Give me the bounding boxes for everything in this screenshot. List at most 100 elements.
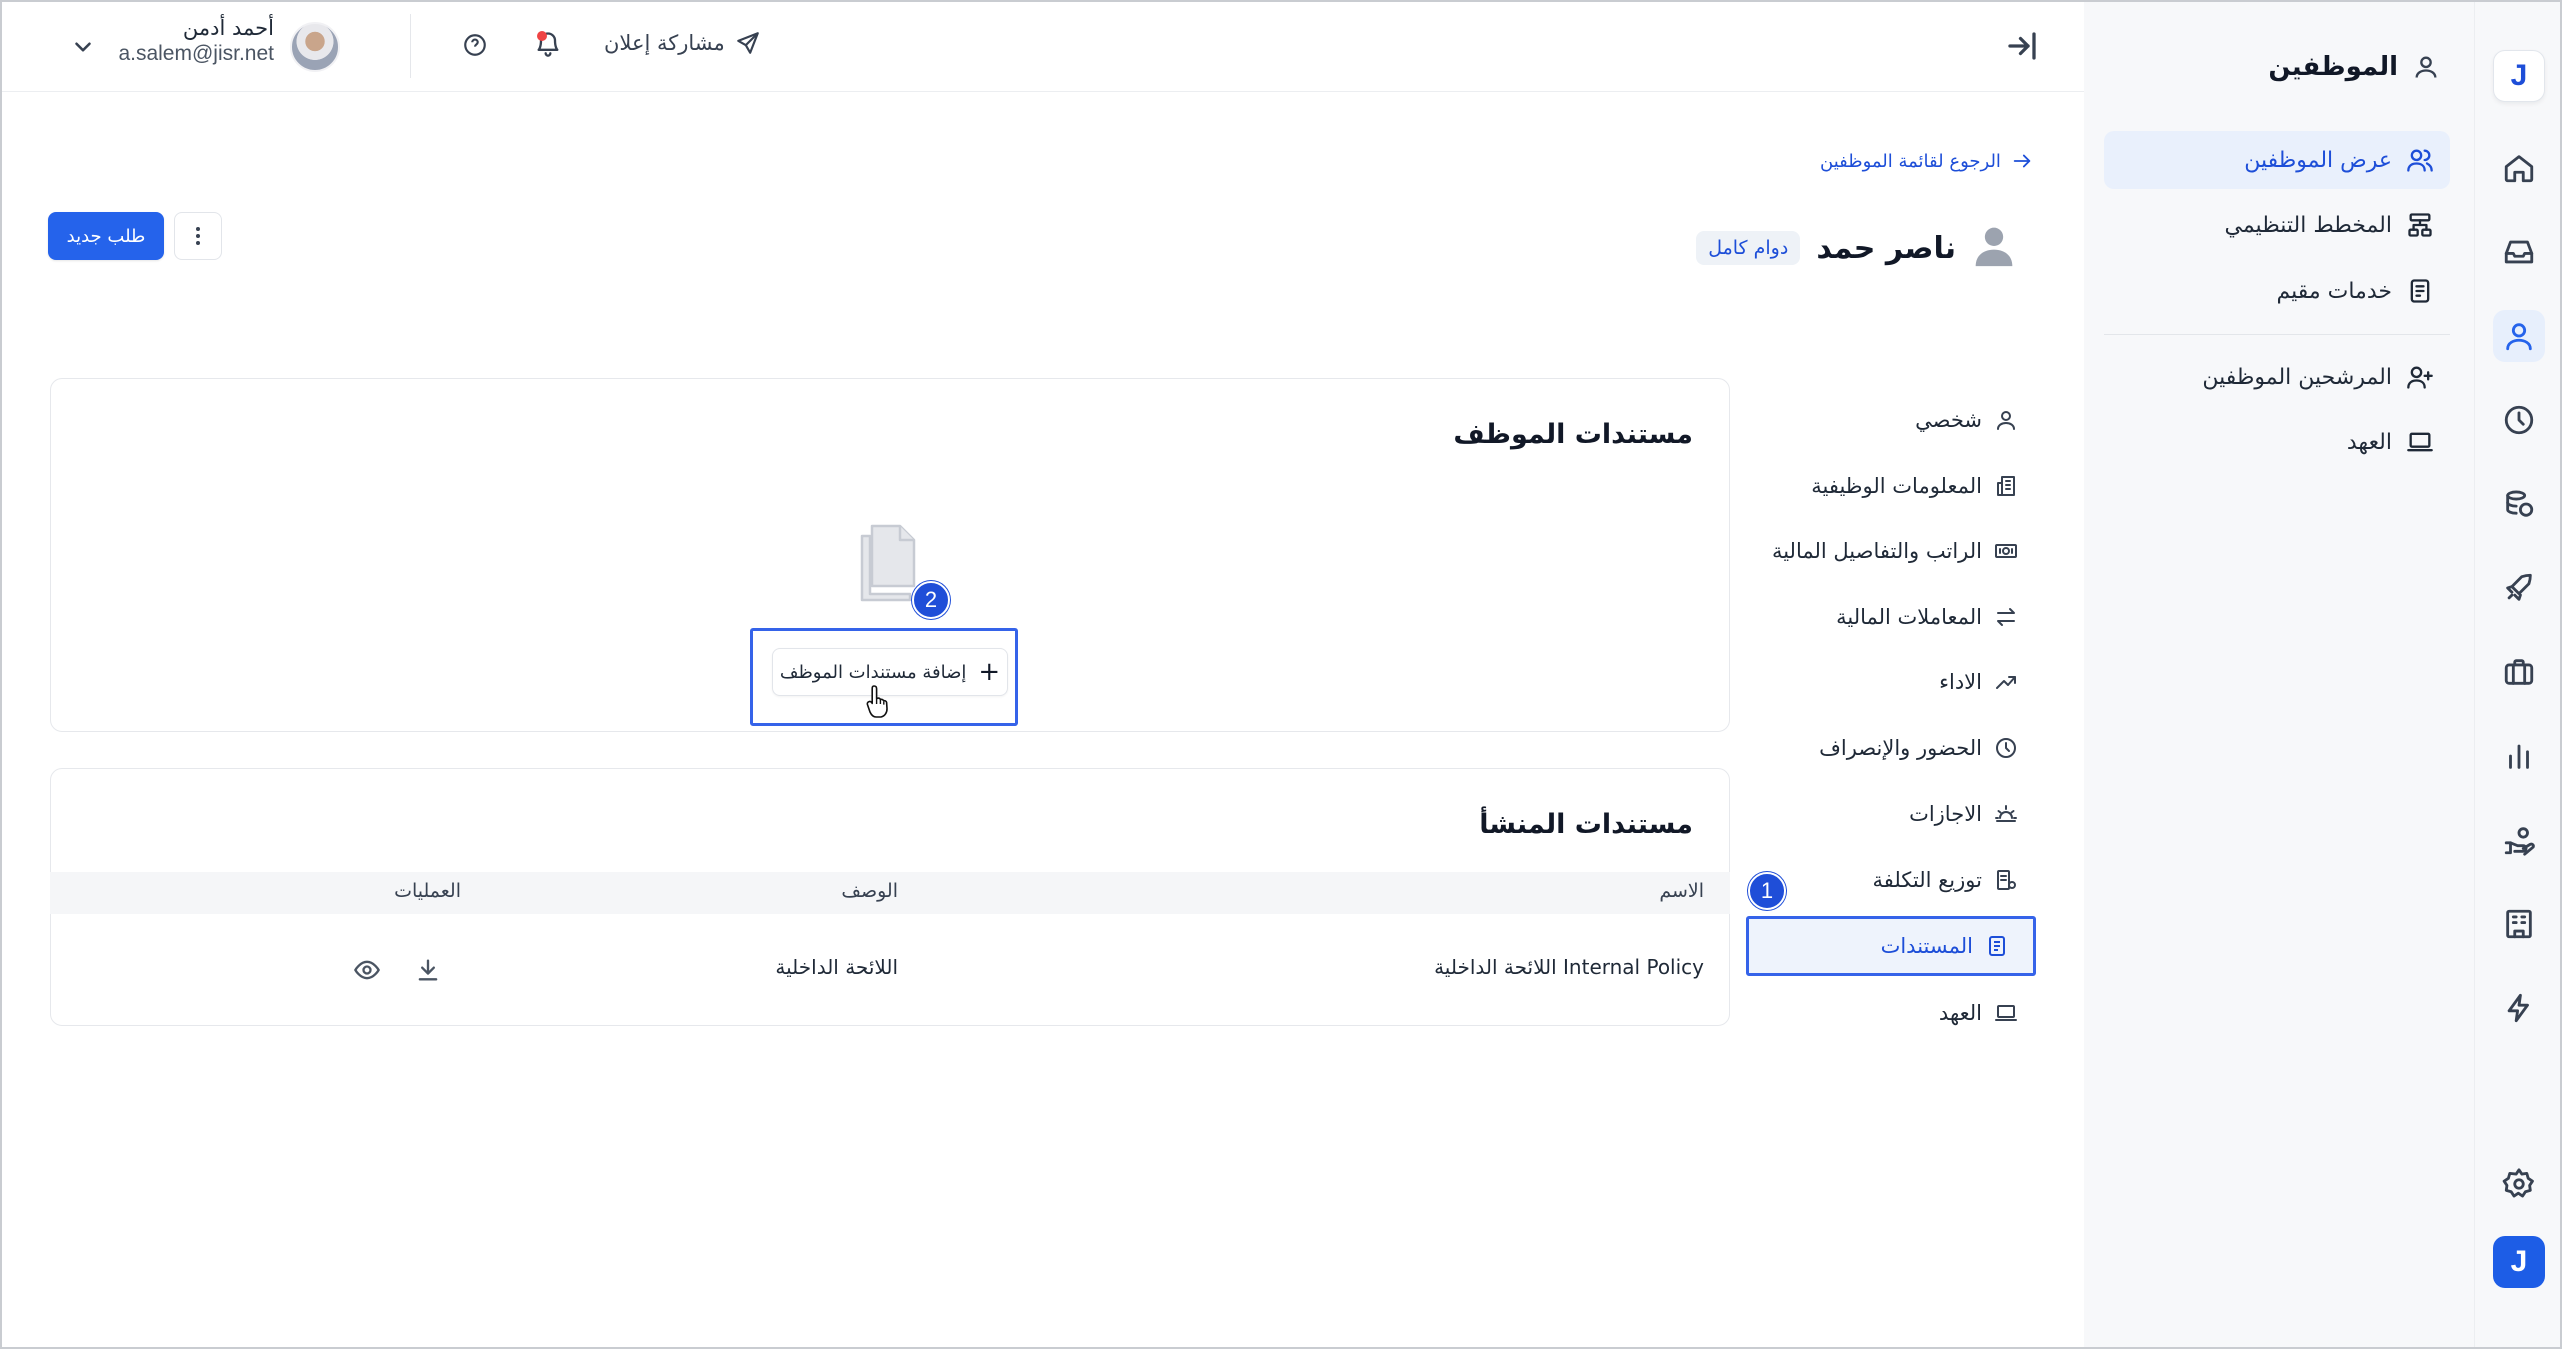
rail-automation[interactable] xyxy=(2493,982,2545,1034)
notifications-button[interactable] xyxy=(534,30,564,62)
briefcase-icon xyxy=(2504,659,2534,685)
profile-nav-documents[interactable]: المستندات xyxy=(1746,916,2036,976)
profile-nav-cost-distribution[interactable]: توزيع التكلفة xyxy=(1872,860,2018,900)
add-documents-label: إضافة مستندات الموظف xyxy=(779,661,967,683)
company-documents-title: مستندات المنشأ xyxy=(1479,809,1693,840)
employee-avatar xyxy=(1972,224,2016,272)
clock-icon xyxy=(2504,405,2534,435)
rail-employees[interactable] xyxy=(2493,310,2545,362)
plus-icon: + xyxy=(978,657,1001,687)
hand-coins-icon xyxy=(2504,827,2535,856)
document-description-cell: اللائحة الداخلية xyxy=(775,955,898,979)
profile-nav-label: المستندات xyxy=(1880,934,1973,958)
rail-home[interactable] xyxy=(2493,142,2545,194)
profile-nav-label: الاجازات xyxy=(1909,802,1982,826)
profile-nav-label: شخصي xyxy=(1915,408,1982,432)
profile-nav-label: الاداء xyxy=(1939,670,1982,694)
document-list-icon xyxy=(2410,279,2430,303)
view-document-button[interactable] xyxy=(353,956,383,986)
laptop-icon xyxy=(1995,1005,2017,1021)
profile-nav-performance[interactable]: الاداء xyxy=(1939,662,2018,702)
user-icon xyxy=(2506,323,2532,351)
document-icon xyxy=(1989,936,2005,956)
app-logo[interactable]: J xyxy=(2493,50,2545,102)
user-icon xyxy=(1997,411,2015,430)
sidebar-title: الموظفين xyxy=(2268,52,2440,82)
profile-nav-label: المعلومات الوظيفية xyxy=(1811,474,1982,498)
profile-nav-label: العهد xyxy=(1938,1001,1982,1025)
more-vertical-icon xyxy=(196,227,200,245)
coins-icon xyxy=(2506,490,2534,517)
rail-onboarding[interactable] xyxy=(2493,562,2545,614)
share-announcement-button[interactable]: مشاركة إعلان xyxy=(604,30,761,56)
sidebar-item-label: خدمات مقيم xyxy=(2276,278,2392,304)
org-chart-icon xyxy=(2408,213,2432,237)
new-request-button[interactable]: طلب جديد xyxy=(48,212,164,260)
gear-icon xyxy=(2502,1168,2534,1198)
profile-nav-attendance[interactable]: الحضور والإنصراف xyxy=(1819,728,2018,768)
rail-payroll[interactable] xyxy=(2493,478,2545,530)
employment-type-badge: دوام كامل xyxy=(1696,231,1801,265)
sidebar-item-muqeem[interactable]: خدمات مقيم xyxy=(2104,262,2450,320)
sidebar-item-label: العهد xyxy=(2346,429,2392,455)
user-plus-icon xyxy=(2407,366,2433,389)
rail-settings[interactable] xyxy=(2493,1158,2545,1210)
rail-benefits[interactable] xyxy=(2493,814,2545,866)
column-description: الوصف xyxy=(841,880,898,902)
step-marker-2: 2 xyxy=(912,581,950,619)
rail-attendance[interactable] xyxy=(2493,394,2545,446)
sidebar-item-custody[interactable]: العهد xyxy=(2104,413,2450,471)
download-document-button[interactable] xyxy=(414,956,444,986)
logo-letter: J xyxy=(2510,59,2528,92)
user-icon xyxy=(2415,56,2437,78)
sidebar-item-candidates[interactable]: المرشحين الموظفين xyxy=(2104,348,2450,406)
bar-chart-icon xyxy=(2509,744,2529,769)
rocket-icon xyxy=(2506,573,2532,601)
profile-nav-label: المعاملات المالية xyxy=(1836,605,1982,629)
employee-documents-title: مستندات الموظف xyxy=(1453,419,1693,450)
back-to-employees-link[interactable]: الرجوع لقائمة الموظفين xyxy=(1820,150,2033,172)
user-menu-toggle[interactable] xyxy=(70,34,96,60)
column-actions: العمليات xyxy=(394,880,461,902)
user-name: أحمد أدمن xyxy=(182,16,274,40)
lightning-icon xyxy=(2507,993,2529,1023)
download-icon xyxy=(418,959,438,981)
trend-icon xyxy=(1996,676,2016,689)
rail-reports[interactable] xyxy=(2493,730,2545,782)
profile-nav-custody[interactable]: العهد xyxy=(1939,993,2018,1033)
employee-name: ناصر حمد xyxy=(1816,230,1956,266)
sidebar-title-text: الموظفين xyxy=(2268,52,2398,82)
profile-nav-transactions[interactable]: المعاملات المالية xyxy=(1836,597,2018,637)
rail-inbox[interactable] xyxy=(2493,226,2545,278)
profile-nav-job-info[interactable]: المعلومات الوظيفية xyxy=(1811,466,2018,506)
sidebar-item-org-chart[interactable]: المخطط التنظيمي xyxy=(2104,196,2450,254)
brand-logo[interactable]: J xyxy=(2493,1236,2545,1288)
laptop-icon xyxy=(2407,432,2433,452)
avatar[interactable] xyxy=(290,22,340,72)
sidebar-item-label: المخطط التنظيمي xyxy=(2224,212,2393,238)
profile-nav-salary[interactable]: الراتب والتفاصيل المالية xyxy=(1772,531,2018,571)
header-divider xyxy=(410,14,411,78)
sidebar-item-label: المرشحين الموظفين xyxy=(2202,364,2392,390)
profile-nav-leaves[interactable]: الاجازات xyxy=(1909,794,2018,834)
help-icon xyxy=(464,34,486,56)
building-icon xyxy=(1997,476,2015,496)
profile-nav-label: الراتب والتفاصيل المالية xyxy=(1771,539,1982,563)
document-name-cell: Internal Policy اللائحة الداخلية xyxy=(1434,955,1704,979)
more-options-button[interactable] xyxy=(174,212,222,260)
send-icon xyxy=(736,32,759,54)
profile-nav-personal[interactable]: شخصي xyxy=(1915,400,2018,440)
person-icon xyxy=(1975,227,2013,267)
sidebar-item-view-employees[interactable]: عرض الموظفين xyxy=(2104,131,2450,189)
column-name: الاسم xyxy=(1659,880,1704,902)
collapse-sidebar-button[interactable] xyxy=(2004,28,2040,64)
rail-organization[interactable] xyxy=(2493,898,2545,950)
help-button[interactable] xyxy=(462,32,490,60)
profile-nav-label: الحضور والإنصراف xyxy=(1819,736,1982,760)
user-email: a.salem@jisr.net xyxy=(118,42,274,65)
collapse-icon xyxy=(2008,32,2036,60)
top-header: مشاركة إعلان أحمد أدمن a.salem@jisr.net xyxy=(0,0,2084,92)
rail-jobs[interactable] xyxy=(2493,646,2545,698)
home-icon xyxy=(2504,155,2534,183)
eye-icon xyxy=(354,960,380,980)
